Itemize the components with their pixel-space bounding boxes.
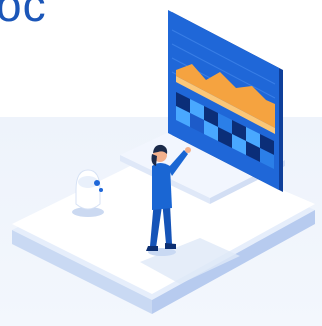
illustration-stage: oc bbox=[0, 0, 322, 326]
robot-figure bbox=[72, 169, 104, 217]
isometric-illustration bbox=[12, 10, 315, 314]
